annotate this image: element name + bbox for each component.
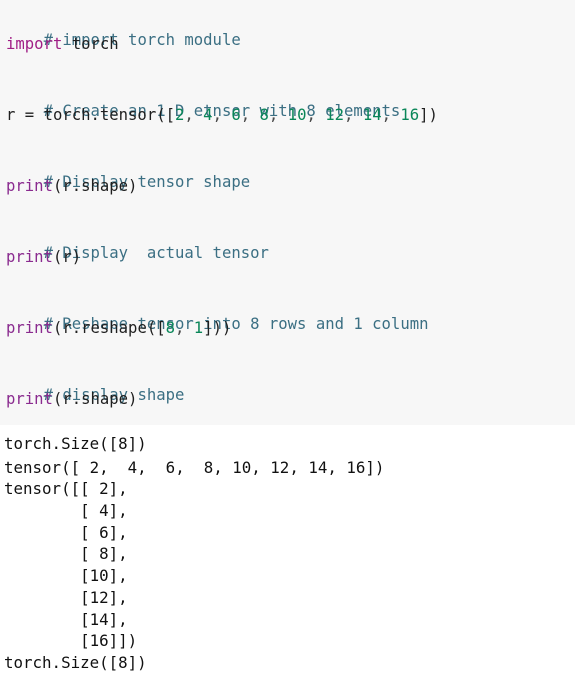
output-line: [ 8], — [4, 544, 128, 563]
output-line: [ 4], — [4, 501, 128, 520]
code-line-tensor-create: r = torch.tensor([2, 4, 6, 8, 10, 12, 14… — [6, 106, 438, 124]
output-line: tensor([[ 2], — [4, 479, 128, 498]
code-line-print-shape-2: print(r.shape) — [6, 389, 137, 409]
output-line: [ 6], — [4, 523, 128, 542]
code-cell[interactable]: # import torch module import torch # Cre… — [0, 0, 575, 425]
print-fn: print — [6, 177, 53, 195]
code-line-print-reshape: print(r.reshape([8, 1])) — [6, 318, 231, 338]
output-line: [12], — [4, 588, 128, 607]
output-line: [10], — [4, 566, 128, 585]
print-args: (r) — [52, 248, 82, 266]
import-target: torch — [62, 35, 119, 53]
keyword-import: import — [6, 35, 63, 53]
reshape-sep: , — [175, 319, 194, 337]
code-line-print-tensor: print(r) — [6, 247, 81, 267]
tensor-close: ]) — [419, 106, 438, 124]
reshape-call-close: ])) — [203, 319, 232, 337]
output-line: [14], — [4, 610, 128, 629]
output-line: tensor([ 2, 4, 6, 8, 10, 12, 14, 16]) — [4, 458, 385, 477]
print-args: (r.shape) — [52, 177, 138, 195]
print-fn: print — [6, 248, 53, 266]
reshape-call-open: (r.reshape([ — [52, 319, 166, 337]
tensor-num: 6 — [231, 106, 241, 124]
output-cell: torch.Size([8]) tensor([ 2, 4, 6, 8, 10,… — [0, 425, 575, 674]
tensor-num: 8 — [259, 106, 269, 124]
code-line-import: import torch — [6, 34, 119, 54]
tensor-num: 4 — [203, 106, 213, 124]
tensor-num: 16 — [400, 106, 420, 124]
tensor-assign: r = torch.tensor([ — [6, 106, 175, 124]
tensor-num: 14 — [362, 106, 382, 124]
print-fn: print — [6, 390, 53, 408]
tensor-num: 2 — [175, 106, 185, 124]
print-fn: print — [6, 319, 53, 337]
tensor-num: 10 — [287, 106, 307, 124]
print-args: (r.shape) — [52, 390, 138, 408]
reshape-cols: 1 — [193, 319, 204, 337]
output-line: [16]]) — [4, 631, 138, 650]
output-line: torch.Size([8]) — [4, 653, 147, 672]
reshape-rows: 8 — [165, 319, 176, 337]
code-line-print-shape: print(r.shape) — [6, 176, 137, 196]
tensor-num: 12 — [325, 106, 345, 124]
output-line: torch.Size([8]) — [4, 434, 147, 453]
